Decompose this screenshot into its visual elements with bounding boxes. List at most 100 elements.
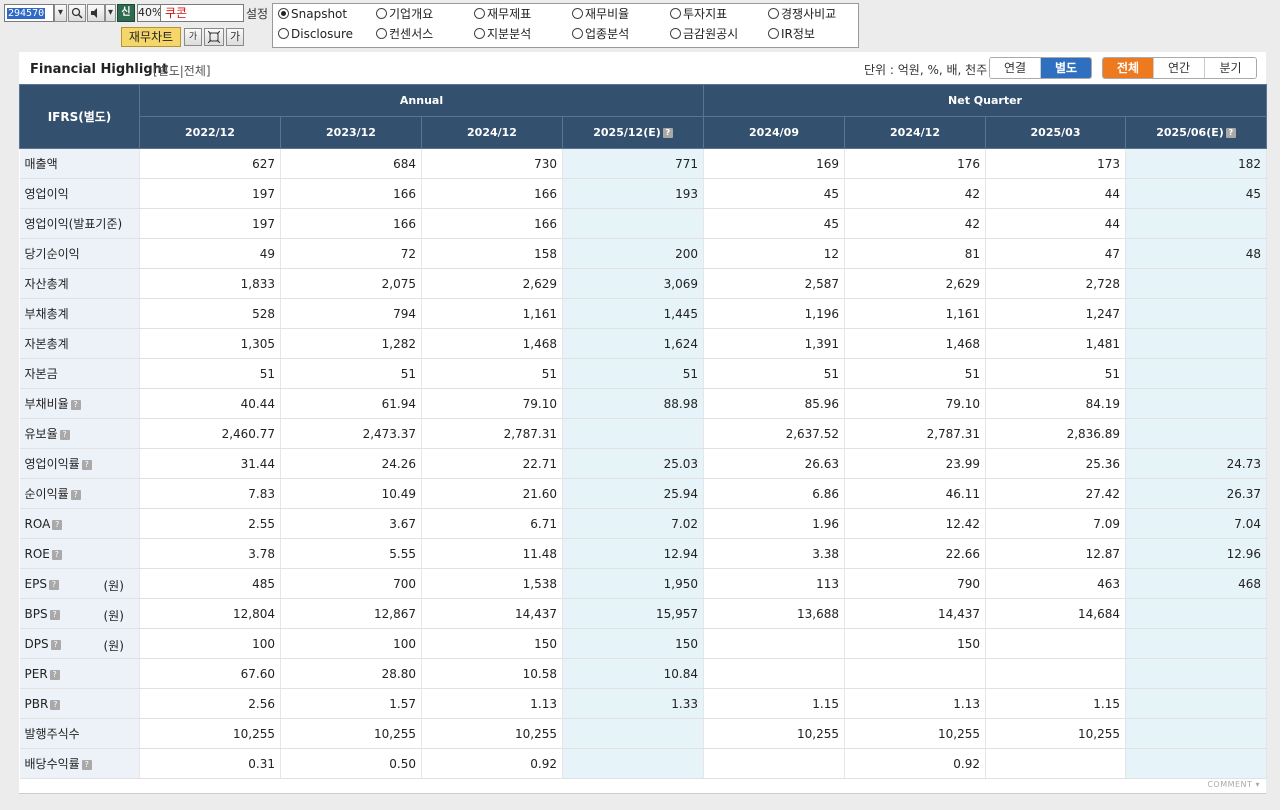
menu-radio-9[interactable]: 업종분석 <box>572 26 629 42</box>
column-header-label: 2022/12 <box>185 126 235 139</box>
setting-label[interactable]: 설정 <box>246 5 268 22</box>
table-cell: 193 <box>562 178 705 209</box>
menu-radio-11[interactable]: IR정보 <box>768 26 815 42</box>
table-row: PBR? 2.56 1.57 1.13 1.33 1.15 1.13 1.15 <box>19 688 1268 719</box>
row-label: BPS <box>24 606 48 621</box>
fit-screen-icon[interactable] <box>204 28 224 46</box>
table-cell <box>703 748 846 779</box>
table-cell: 44 <box>985 208 1127 239</box>
table-cell: 6.71 <box>421 508 563 539</box>
help-icon[interactable]: ? <box>48 579 59 590</box>
menu-radio-1[interactable]: 기업개요 <box>376 6 433 22</box>
new-button[interactable]: 신 <box>117 4 135 22</box>
help-icon[interactable]: ? <box>662 128 673 138</box>
help-icon[interactable]: ? <box>50 699 61 710</box>
table-row: 배당수익률? 0.31 0.50 0.92 0.92 <box>19 748 1268 779</box>
table-cell: 79.10 <box>421 388 563 419</box>
table-cell: 14,437 <box>844 598 987 629</box>
tab-quarter[interactable]: 분기 <box>1205 58 1256 78</box>
table-cell: 2.55 <box>139 508 281 539</box>
table-cell: 72 <box>280 238 422 269</box>
radio-dot-icon <box>670 8 681 19</box>
radio-dot-icon <box>768 28 779 39</box>
table-cell: 528 <box>139 298 281 329</box>
help-icon[interactable]: ? <box>49 669 60 680</box>
table-cell: 1,950 <box>562 568 705 599</box>
cookie-input[interactable]: 쿠콘 <box>160 4 244 22</box>
table-cell: 1,468 <box>421 328 563 359</box>
table-cell: 47 <box>985 238 1127 269</box>
font-increase-button[interactable]: 가 <box>226 28 244 46</box>
help-icon[interactable]: ? <box>1225 128 1236 138</box>
tab-all[interactable]: 전체 <box>1103 58 1154 78</box>
table-cell: 100 <box>280 628 422 659</box>
help-icon[interactable]: ? <box>81 760 92 770</box>
menu-radio-7[interactable]: 컨센서스 <box>376 26 433 42</box>
table-cell: 2,787.31 <box>844 418 987 449</box>
tab-separate[interactable]: 별도 <box>1041 58 1091 78</box>
speaker-dropdown-button[interactable]: ▾ <box>105 4 116 22</box>
menu-radio-3[interactable]: 재무비율 <box>572 6 629 22</box>
table-cell: 15,957 <box>562 598 705 629</box>
tab-annual[interactable]: 연간 <box>1154 58 1205 78</box>
table-cell: 3.78 <box>139 538 281 569</box>
search-icon[interactable] <box>68 4 86 22</box>
row-unit: (원) <box>103 579 124 593</box>
row-label: EPS <box>24 576 47 591</box>
row-label: 순이익률 <box>24 487 69 501</box>
help-icon[interactable]: ? <box>51 549 62 560</box>
table-row: ROE? 3.78 5.55 11.48 12.94 3.38 22.66 12.87 12.9… <box>19 538 1268 569</box>
column-header-label: 2025/06(E) <box>1156 126 1224 139</box>
table-cell <box>562 418 705 449</box>
table-cell: 173 <box>985 148 1127 179</box>
help-icon[interactable]: ? <box>81 460 92 470</box>
menu-radio-6[interactable]: Disclosure <box>278 26 353 42</box>
zoom-level[interactable]: 40% <box>137 4 162 22</box>
table-cell <box>844 658 987 689</box>
row-label: 당기순이익 <box>24 247 80 261</box>
radio-dot-icon <box>278 28 289 39</box>
row-label: 자본총계 <box>24 337 69 351</box>
table-cell: 468 <box>1125 568 1268 599</box>
help-icon[interactable]: ? <box>70 400 81 410</box>
table-cell <box>562 748 705 779</box>
menu-radio-4[interactable]: 투자지표 <box>670 6 727 22</box>
table-cell: 84.19 <box>985 388 1127 419</box>
table-cell: 40.44 <box>139 388 281 419</box>
stock-code-input[interactable]: 294570 <box>4 4 54 22</box>
radio-dot-icon <box>278 8 289 19</box>
column-header-label: 2023/12 <box>326 126 376 139</box>
table-cell: 113 <box>703 568 846 599</box>
financial-chart-button[interactable]: 재무차트 <box>121 27 181 47</box>
table-cell <box>1125 628 1268 659</box>
speaker-icon[interactable] <box>87 4 105 22</box>
comment-link[interactable]: COMMENT ▾ <box>1207 780 1260 789</box>
code-dropdown-button[interactable]: ▾ <box>54 4 67 22</box>
menu-radio-10[interactable]: 금감원공시 <box>670 26 738 42</box>
menu-radio-2[interactable]: 재무제표 <box>474 6 531 22</box>
table-cell: 166 <box>280 178 422 209</box>
row-label-cell: PBR? <box>19 688 140 719</box>
help-icon[interactable]: ? <box>49 609 60 620</box>
menu-radio-8[interactable]: 지분분석 <box>474 26 531 42</box>
table-cell: 51 <box>985 358 1127 389</box>
table-cell: 1.13 <box>844 688 987 719</box>
radio-dot-icon <box>376 8 387 19</box>
table-cell: 700 <box>280 568 422 599</box>
tab-consolidated[interactable]: 연결 <box>990 58 1041 78</box>
help-icon[interactable]: ? <box>52 519 63 530</box>
table-cell: 1,282 <box>280 328 422 359</box>
table-cell: 10.58 <box>421 658 563 689</box>
table-cell: 10,255 <box>703 718 846 749</box>
help-icon[interactable]: ? <box>70 490 81 500</box>
help-icon[interactable]: ? <box>59 430 70 440</box>
table-cell: 51 <box>139 358 281 389</box>
row-label: 매출액 <box>24 157 58 171</box>
menu-radio-5[interactable]: 경쟁사비교 <box>768 6 836 22</box>
font-decrease-button[interactable]: 가 <box>184 28 202 46</box>
table-cell: 2,629 <box>844 268 987 299</box>
help-icon[interactable]: ? <box>50 639 61 650</box>
menu-radio-0[interactable]: Snapshot <box>278 6 347 22</box>
menu-radio-label: 경쟁사비교 <box>781 7 837 21</box>
table-cell: 14,437 <box>421 598 563 629</box>
